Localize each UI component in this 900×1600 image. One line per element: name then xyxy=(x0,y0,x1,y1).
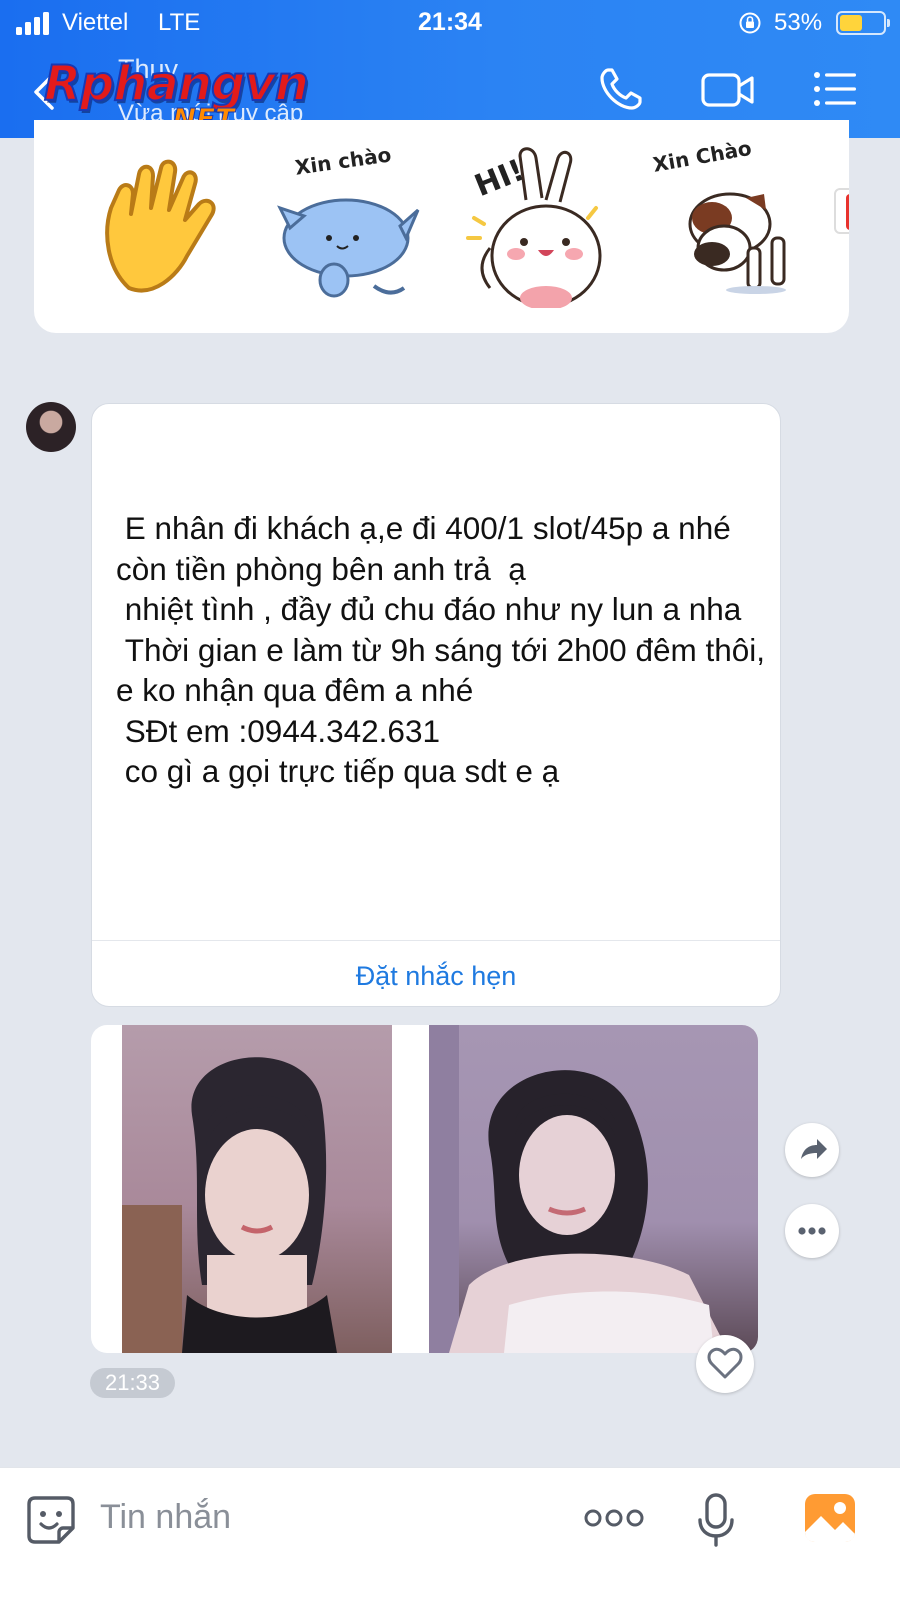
forward-icon xyxy=(801,1139,827,1159)
blue-cat-sticker[interactable]: Xin chào xyxy=(274,138,424,308)
video-call-icon[interactable] xyxy=(700,66,756,112)
message-timestamp: 21:33 xyxy=(90,1368,175,1398)
waving-hand-sticker[interactable] xyxy=(89,138,239,308)
status-time: 21:34 xyxy=(418,8,482,36)
message-input[interactable]: Tin nhắn xyxy=(100,1498,231,1537)
contact-avatar[interactable] xyxy=(26,402,76,452)
react-button[interactable] xyxy=(696,1335,754,1393)
heart-icon xyxy=(707,1347,743,1379)
photo-separator xyxy=(392,1025,423,1353)
forward-button[interactable] xyxy=(785,1123,839,1177)
microphone-icon[interactable] xyxy=(696,1492,736,1548)
message-options-button[interactable] xyxy=(785,1204,839,1258)
more-stickers-edge[interactable] xyxy=(834,188,849,234)
photo-thumbnail[interactable] xyxy=(122,1025,392,1353)
sticker-icon[interactable] xyxy=(25,1494,77,1546)
sticker-caption: Xin chào xyxy=(293,142,392,179)
site-watermark: Rphangvn .NET xyxy=(43,55,310,136)
photo-2-image xyxy=(429,1025,729,1353)
gallery-icon[interactable] xyxy=(803,1492,857,1544)
menu-icon[interactable] xyxy=(812,66,858,112)
dog-bow-sticker[interactable]: Xin Chào xyxy=(646,138,796,308)
chat-header: Viettel LTE 21:34 53% Thuy Vừa mới truy … xyxy=(0,0,900,138)
rotation-lock-icon xyxy=(739,12,761,34)
message-text: E nhân đi khách ạ,e đi 400/1 slot/45p a … xyxy=(116,510,766,789)
message-composer: Tin nhắn xyxy=(0,1467,900,1600)
message-bubble[interactable]: E nhân đi khách ạ,e đi 400/1 slot/45p a … xyxy=(91,403,781,1007)
photo-1-image xyxy=(122,1057,337,1353)
battery-percent: 53% xyxy=(774,9,823,36)
sticker-caption: Xin Chào xyxy=(651,138,753,177)
battery-icon xyxy=(836,11,890,35)
phone-icon[interactable] xyxy=(598,66,644,112)
photo-thumbnail[interactable] xyxy=(429,1025,758,1353)
photo-message xyxy=(91,1025,758,1353)
set-reminder-button[interactable]: Đặt nhắc hẹn xyxy=(92,941,780,1007)
bunny-hi-sticker[interactable]: HI! xyxy=(454,138,604,308)
sticker-suggestion-card: Xin chào HI! Xin Chào xyxy=(34,120,849,333)
status-bar: Viettel LTE 21:34 53% xyxy=(0,0,900,44)
more-options-icon xyxy=(798,1227,826,1235)
more-icon[interactable] xyxy=(584,1506,644,1530)
